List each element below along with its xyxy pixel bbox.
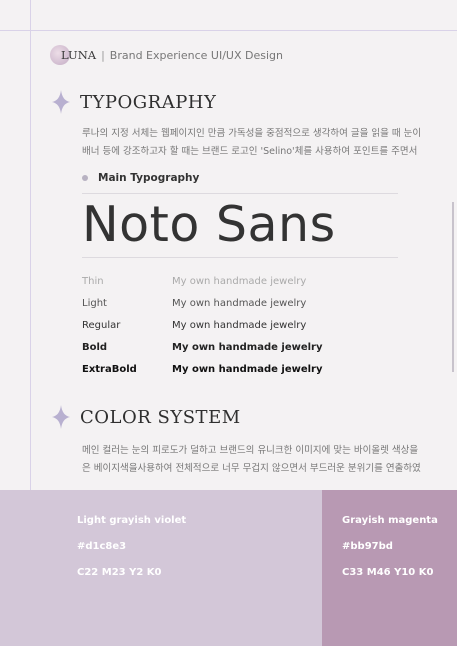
guide-line-top <box>0 30 457 31</box>
weight-row-regular: Regular My own handmade jewelry <box>82 314 422 336</box>
font-name-display: Noto Sans <box>82 196 336 253</box>
swatch-name: Light grayish violet <box>77 515 187 526</box>
weight-name: Regular <box>82 319 121 331</box>
font-weight-list: Thin My own handmade jewelry Light My ow… <box>82 270 422 380</box>
scroll-edge-bar <box>452 202 454 372</box>
weight-name: Light <box>82 297 107 309</box>
weight-name: Thin <box>82 275 104 287</box>
weight-row-light: Light My own handmade jewelry <box>82 292 422 314</box>
weight-row-extrabold: ExtraBold My own handmade jewelry <box>82 358 422 380</box>
brand-separator: | <box>101 48 105 62</box>
typography-title: TYPOGRAPHY <box>80 91 217 113</box>
weight-sample: My own handmade jewelry <box>172 363 323 375</box>
typography-paragraph-line-2: 배너 등에 강조하고자 할 때는 브랜드 로고인 'Selino'체를 사용하여… <box>82 146 418 157</box>
typography-paragraph-line-1: 루나의 지정 서체는 웹페이지인 만큼 가독성을 중점적으로 생각하여 글을 읽… <box>82 128 422 139</box>
divider-top <box>82 193 398 194</box>
swatch-hex: #bb97bd <box>342 541 393 552</box>
swatch-name: Grayish magenta <box>342 515 438 526</box>
bullet-dot-icon <box>82 175 88 181</box>
main-typography-subheading: Main Typography <box>82 172 199 184</box>
weight-sample: My own handmade jewelry <box>172 319 307 331</box>
subheading-text: Main Typography <box>98 172 200 184</box>
brand-tagline: Brand Experience UI/UX Design <box>109 48 283 62</box>
weight-sample: My own handmade jewelry <box>172 297 307 309</box>
swatch-cmyk: C33 M46 Y10 K0 <box>342 567 434 578</box>
swatch-hex: #d1c8e3 <box>77 541 127 552</box>
weight-row-thin: Thin My own handmade jewelry <box>82 270 422 292</box>
swatch-light-grayish-violet: Light grayish violet #d1c8e3 C22 M23 Y2 … <box>0 490 322 646</box>
sparkle-icon <box>52 90 70 114</box>
divider-bottom <box>82 257 398 258</box>
typography-paragraph: 루나의 지정 서체는 웹페이지인 만큼 가독성을 중점적으로 생각하여 글을 읽… <box>82 125 457 161</box>
swatch-cmyk: C22 M23 Y2 K0 <box>77 567 162 578</box>
weight-sample: My own handmade jewelry <box>172 341 323 353</box>
sparkle-icon <box>52 405 70 429</box>
typography-heading: TYPOGRAPHY <box>52 90 216 114</box>
swatch-grayish-magenta: Grayish magenta #bb97bd C33 M46 Y10 K0 <box>322 490 457 646</box>
brand-header: LUNA | Brand Experience UI/UX Design <box>50 44 283 66</box>
color-system-heading: COLOR SYSTEM <box>52 405 241 429</box>
guide-line-left <box>30 0 31 490</box>
weight-name: Bold <box>82 341 108 353</box>
color-system-paragraph: 메인 컬러는 눈의 피로도가 덜하고 브랜드의 유니크한 이미지에 맞는 바이올… <box>82 442 457 478</box>
brand-name: LUNA <box>61 48 97 62</box>
color-system-title: COLOR SYSTEM <box>80 406 241 428</box>
weight-sample: My own handmade jewelry <box>172 275 307 287</box>
color-paragraph-line-1: 메인 컬러는 눈의 피로도가 덜하고 브랜드의 유니크한 이미지에 맞는 바이올… <box>82 445 419 456</box>
color-paragraph-line-2: 은 베이지색을사용하여 전체적으로 너무 무겁지 않으면서 부드러운 분위기를 … <box>82 463 421 474</box>
weight-name: ExtraBold <box>82 363 137 375</box>
weight-row-bold: Bold My own handmade jewelry <box>82 336 422 358</box>
